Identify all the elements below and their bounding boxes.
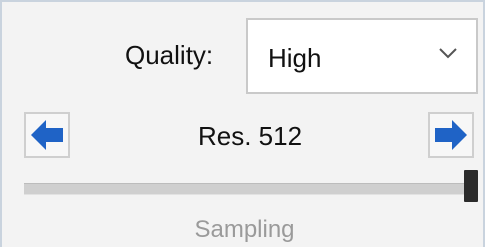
previous-resolution-button[interactable] [24, 112, 70, 158]
arrow-left-icon [31, 120, 63, 150]
quality-label: Quality: [125, 40, 214, 70]
resolution-slider-track[interactable] [24, 183, 472, 195]
arrow-right-icon [435, 120, 467, 150]
resolution-slider-thumb[interactable] [464, 170, 478, 202]
group-title: Sampling [194, 216, 295, 243]
resolution-label: Res. 512 [198, 121, 303, 151]
sampling-panel: Quality: High Res. 512 Sampling [0, 0, 485, 247]
next-resolution-button[interactable] [428, 112, 474, 158]
quality-selected-value: High [268, 43, 322, 73]
quality-dropdown[interactable]: High [246, 18, 478, 94]
chevron-down-icon [439, 48, 457, 59]
